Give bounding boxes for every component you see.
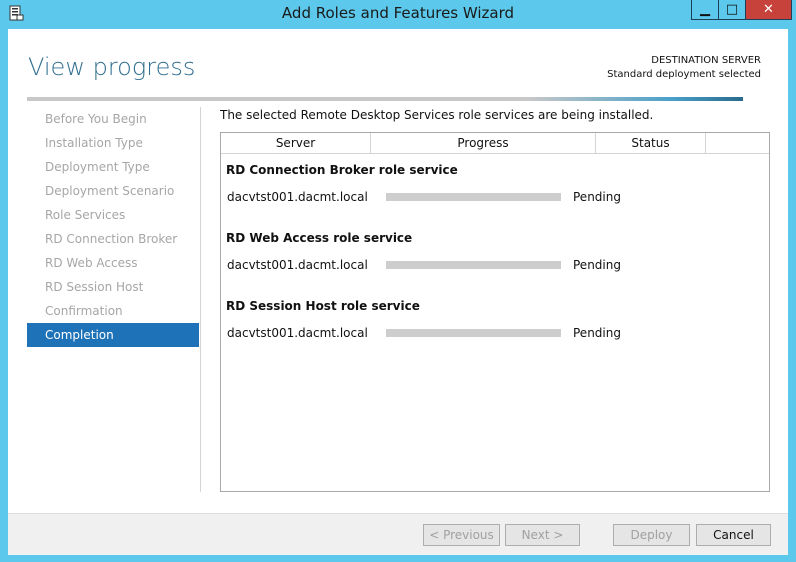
nav-item-deployment-scenario: Deployment Scenario — [45, 184, 175, 198]
grid-header: Server Progress Status — [221, 133, 769, 154]
group-title: RD Session Host role service — [226, 299, 420, 313]
row-server: dacvtst001.dacmt.local — [227, 258, 368, 272]
minimize-button[interactable]: ▁ — [691, 0, 718, 20]
progress-bar — [386, 329, 561, 337]
column-header-progress[interactable]: Progress — [371, 133, 596, 153]
nav-item-completion[interactable]: Completion — [27, 323, 199, 347]
destination-server: DESTINATION SERVER Standard deployment s… — [607, 54, 761, 82]
header-divider — [27, 97, 743, 101]
wizard-nav: Before You Begin Installation Type Deplo… — [27, 107, 199, 347]
column-header-server[interactable]: Server — [221, 133, 371, 153]
row-status: Pending — [573, 190, 621, 204]
progress-bar — [386, 261, 561, 269]
wizard-footer: < Previous Next > Deploy Cancel — [8, 513, 788, 555]
group-title: RD Connection Broker role service — [226, 163, 458, 177]
title-bar[interactable]: Add Roles and Features Wizard ▁ □ ✕ — [0, 0, 796, 29]
next-button[interactable]: Next > — [505, 524, 580, 546]
column-header-status[interactable]: Status — [596, 133, 706, 153]
close-icon: ✕ — [763, 2, 774, 17]
nav-item-installation-type: Installation Type — [45, 136, 143, 150]
nav-item-rd-session-host: RD Session Host — [45, 280, 144, 294]
row-status: Pending — [573, 326, 621, 340]
nav-item-rd-connection-broker: RD Connection Broker — [45, 232, 178, 246]
maximize-icon: □ — [725, 2, 739, 17]
destination-label: DESTINATION SERVER — [651, 55, 761, 66]
cancel-button[interactable]: Cancel — [696, 524, 771, 546]
nav-item-role-services: Role Services — [45, 208, 126, 222]
window-title: Add Roles and Features Wizard — [281, 4, 515, 22]
close-button[interactable]: ✕ — [745, 0, 792, 20]
destination-value: Standard deployment selected — [607, 69, 761, 80]
group-title: RD Web Access role service — [226, 231, 413, 245]
maximize-button[interactable]: □ — [718, 0, 745, 20]
column-header-empty — [706, 133, 769, 153]
page-title: View progress — [28, 53, 196, 81]
row-status: Pending — [573, 258, 621, 272]
wizard-content: View progress DESTINATION SERVER Standar… — [8, 29, 788, 555]
nav-divider — [200, 107, 201, 492]
nav-item-before-you-begin: Before You Begin — [45, 112, 147, 126]
deploy-button[interactable]: Deploy — [613, 524, 690, 546]
row-server: dacvtst001.dacmt.local — [227, 326, 368, 340]
nav-item-deployment-type: Deployment Type — [45, 160, 150, 174]
wizard-window: Add Roles and Features Wizard ▁ □ ✕ View… — [0, 0, 796, 562]
nav-item-confirmation: Confirmation — [45, 304, 123, 318]
previous-button[interactable]: < Previous — [423, 524, 500, 546]
progress-grid: Server Progress Status RD Connection Bro… — [220, 132, 770, 492]
progress-description: The selected Remote Desktop Services rol… — [220, 108, 654, 122]
progress-bar — [386, 193, 561, 201]
row-server: dacvtst001.dacmt.local — [227, 190, 368, 204]
nav-item-rd-web-access: RD Web Access — [45, 256, 138, 270]
minimize-icon: ▁ — [700, 2, 710, 17]
